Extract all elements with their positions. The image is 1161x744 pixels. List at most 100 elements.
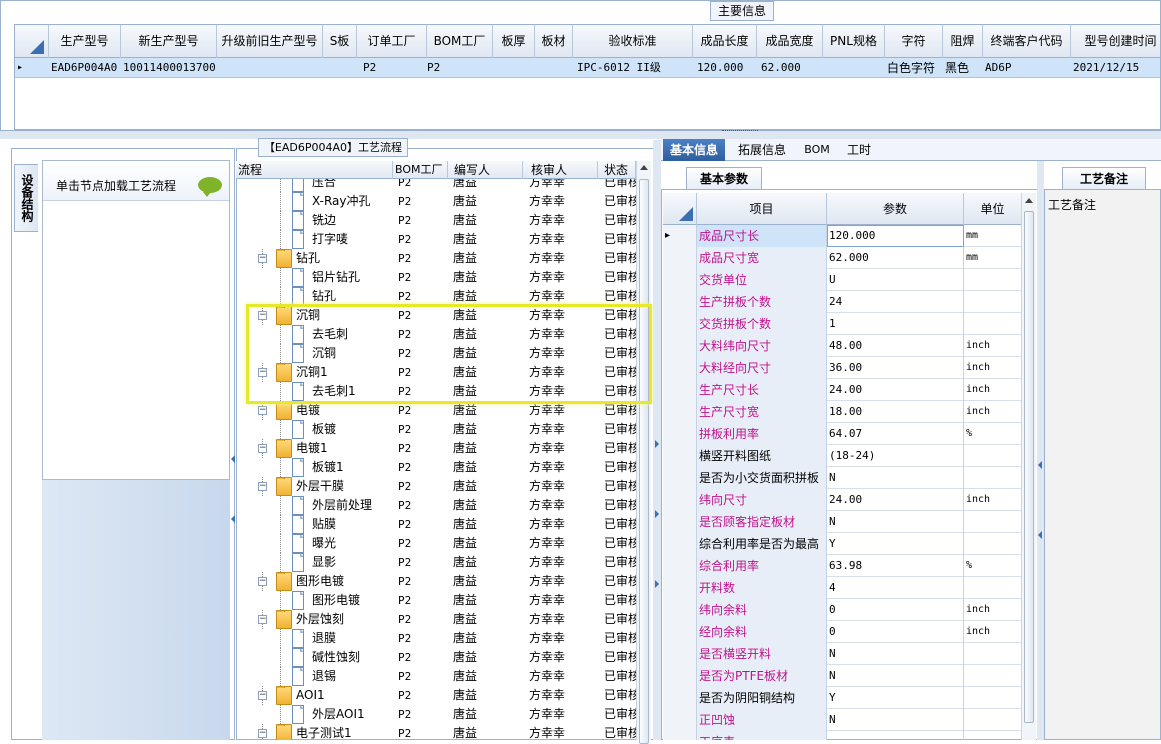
tree-row[interactable]: 显影 P2 唐益 方幸幸 已审核 xyxy=(236,553,636,572)
tab-equipment-structure[interactable]: 设备结构 xyxy=(14,164,38,232)
tab-work-hours[interactable]: 工时 xyxy=(841,139,877,161)
param-value[interactable]: 4 xyxy=(827,577,964,599)
col-header[interactable]: 项目 xyxy=(697,193,827,225)
row-indicator-icon[interactable]: ▸ xyxy=(663,225,697,247)
param-row[interactable]: 生产拼板个数 24 xyxy=(663,291,1021,313)
col-header[interactable]: 型号创建时间 xyxy=(1071,25,1160,58)
tab-extended-info[interactable]: 拓展信息 xyxy=(731,139,793,161)
param-value[interactable]: 18.00 xyxy=(827,401,964,423)
tree-row[interactable]: − 钻孔 P2 唐益 方幸幸 已审核 xyxy=(236,249,636,268)
tree-row[interactable]: 打字唛 P2 唐益 方幸幸 已审核 xyxy=(236,230,636,249)
col-header[interactable]: 状态 xyxy=(598,161,636,179)
col-header[interactable]: S板 xyxy=(323,25,357,58)
param-row[interactable]: 大料纬向尺寸 48.00 inch xyxy=(663,335,1021,357)
cell[interactable]: 120.000 xyxy=(695,58,757,78)
collapse-toggle-icon[interactable]: − xyxy=(258,482,267,491)
param-value[interactable]: N xyxy=(827,665,964,687)
param-row[interactable]: 综合利用率 63.98% xyxy=(663,555,1021,577)
col-header[interactable]: 成品宽度 xyxy=(757,25,823,58)
tree-row[interactable]: − 电子测试1 P2 唐益 方幸幸 已审核 xyxy=(236,724,636,740)
param-value[interactable]: (18-24) xyxy=(827,445,964,467)
expand-right-icon[interactable] xyxy=(655,580,659,588)
param-row[interactable]: 开料数 4 xyxy=(663,577,1021,599)
row-header[interactable] xyxy=(663,621,697,643)
param-value[interactable]: Y xyxy=(827,533,964,555)
row-header[interactable] xyxy=(663,489,697,511)
row-header[interactable] xyxy=(663,511,697,533)
cell[interactable] xyxy=(323,58,357,78)
param-value[interactable]: U xyxy=(827,269,964,291)
col-header[interactable]: 编写人 xyxy=(448,161,523,179)
collapse-left-icon[interactable] xyxy=(231,515,235,523)
param-row[interactable]: ▸ 成品尺寸长 120.000 mm xyxy=(663,225,1021,247)
row-header[interactable] xyxy=(663,379,697,401)
tree-row[interactable]: 图形电镀 P2 唐益 方幸幸 已审核 xyxy=(236,591,636,610)
col-header[interactable]: 成品长度 xyxy=(693,25,757,58)
row-header[interactable] xyxy=(663,665,697,687)
tree-row[interactable]: 退膜 P2 唐益 方幸幸 已审核 xyxy=(236,629,636,648)
row-header[interactable] xyxy=(663,313,697,335)
scroll-up-icon[interactable] xyxy=(1025,198,1033,203)
tree-row[interactable]: − 外层干膜 P2 唐益 方幸幸 已审核 xyxy=(236,477,636,496)
row-header[interactable] xyxy=(663,423,697,445)
row-header[interactable] xyxy=(663,401,697,423)
col-header[interactable]: 终端客户代码 xyxy=(983,25,1071,58)
col-header[interactable]: BOM工厂 xyxy=(393,161,448,179)
vertical-splitter[interactable] xyxy=(653,140,661,740)
param-row[interactable]: 是否横竖开料 N xyxy=(663,643,1021,665)
row-header[interactable] xyxy=(663,269,697,291)
tree-row[interactable]: 贴膜 P2 唐益 方幸幸 已审核 xyxy=(236,515,636,534)
param-value[interactable]: N xyxy=(827,467,964,489)
tree-row[interactable]: − AOI1 P2 唐益 方幸幸 已审核 xyxy=(236,686,636,705)
param-value[interactable]: N xyxy=(827,511,964,533)
row-header[interactable] xyxy=(663,357,697,379)
scroll-thumb[interactable] xyxy=(639,179,649,744)
col-header[interactable]: 验收标准 xyxy=(573,25,693,58)
tree-row[interactable]: 曝光 P2 唐益 方幸幸 已审核 xyxy=(236,534,636,553)
col-header[interactable]: 流程 xyxy=(236,161,393,179)
param-value[interactable]: 63.98 xyxy=(827,555,964,577)
param-value[interactable]: 48.00 xyxy=(827,335,964,357)
param-value[interactable]: 64.07 xyxy=(827,423,964,445)
row-header[interactable] xyxy=(663,533,697,555)
row-header[interactable] xyxy=(663,467,697,489)
param-row[interactable]: 交货拼板个数 1 xyxy=(663,313,1021,335)
param-value[interactable]: 120.000 xyxy=(827,225,964,247)
param-value[interactable]: Y xyxy=(827,687,964,709)
tree-scrollbar[interactable] xyxy=(636,161,651,744)
row-header[interactable] xyxy=(663,577,697,599)
param-row[interactable]: 经向余料 0 inch xyxy=(663,621,1021,643)
param-value[interactable]: 62.000 xyxy=(827,247,964,269)
collapse-toggle-icon[interactable]: − xyxy=(258,729,267,738)
cell[interactable]: IPC-6012 II级 xyxy=(575,58,693,78)
row-header[interactable] xyxy=(663,643,697,665)
col-header[interactable]: 升级前旧生产型号 xyxy=(217,25,323,58)
expand-right-icon[interactable] xyxy=(655,510,659,518)
col-header[interactable]: 字符 xyxy=(885,25,943,58)
row-header[interactable] xyxy=(663,709,697,731)
tab-bom[interactable]: BOM xyxy=(799,139,835,161)
collapse-toggle-icon[interactable]: − xyxy=(258,444,267,453)
cell[interactable]: AD6P xyxy=(983,58,1071,78)
param-row[interactable]: 拼板利用率 64.07% xyxy=(663,423,1021,445)
col-header[interactable]: 生产型号 xyxy=(49,25,121,58)
process-note-panel[interactable] xyxy=(1044,189,1161,740)
tree-row[interactable]: X-Ray冲孔 P2 唐益 方幸幸 已审核 xyxy=(236,192,636,211)
tab-basic-params[interactable]: 基本参数 xyxy=(686,167,762,189)
cell[interactable]: 黑色 xyxy=(943,58,983,78)
cell[interactable]: 白色字符 xyxy=(885,58,943,78)
row-header[interactable] xyxy=(663,555,697,577)
col-header[interactable]: 参数 xyxy=(827,193,964,225)
param-value[interactable]: 1 xyxy=(827,313,964,335)
tree-row[interactable]: 退锡 P2 唐益 方幸幸 已审核 xyxy=(236,667,636,686)
param-value[interactable]: 24.00 xyxy=(827,379,964,401)
collapse-toggle-icon[interactable]: − xyxy=(258,406,267,415)
param-row[interactable]: 是否为阴阳铜结构 Y xyxy=(663,687,1021,709)
col-header[interactable]: 新生产型号 xyxy=(121,25,217,58)
tree-row[interactable]: 外层AOI1 P2 唐益 方幸幸 已审核 xyxy=(236,705,636,724)
tree-row[interactable]: 碱性蚀刻 P2 唐益 方幸幸 已审核 xyxy=(236,648,636,667)
collapse-toggle-icon[interactable]: − xyxy=(258,577,267,586)
param-value[interactable]: 24.00 xyxy=(827,489,964,511)
tree-row[interactable]: − 电镀1 P2 唐益 方幸幸 已审核 xyxy=(236,439,636,458)
row-header[interactable] xyxy=(663,445,697,467)
